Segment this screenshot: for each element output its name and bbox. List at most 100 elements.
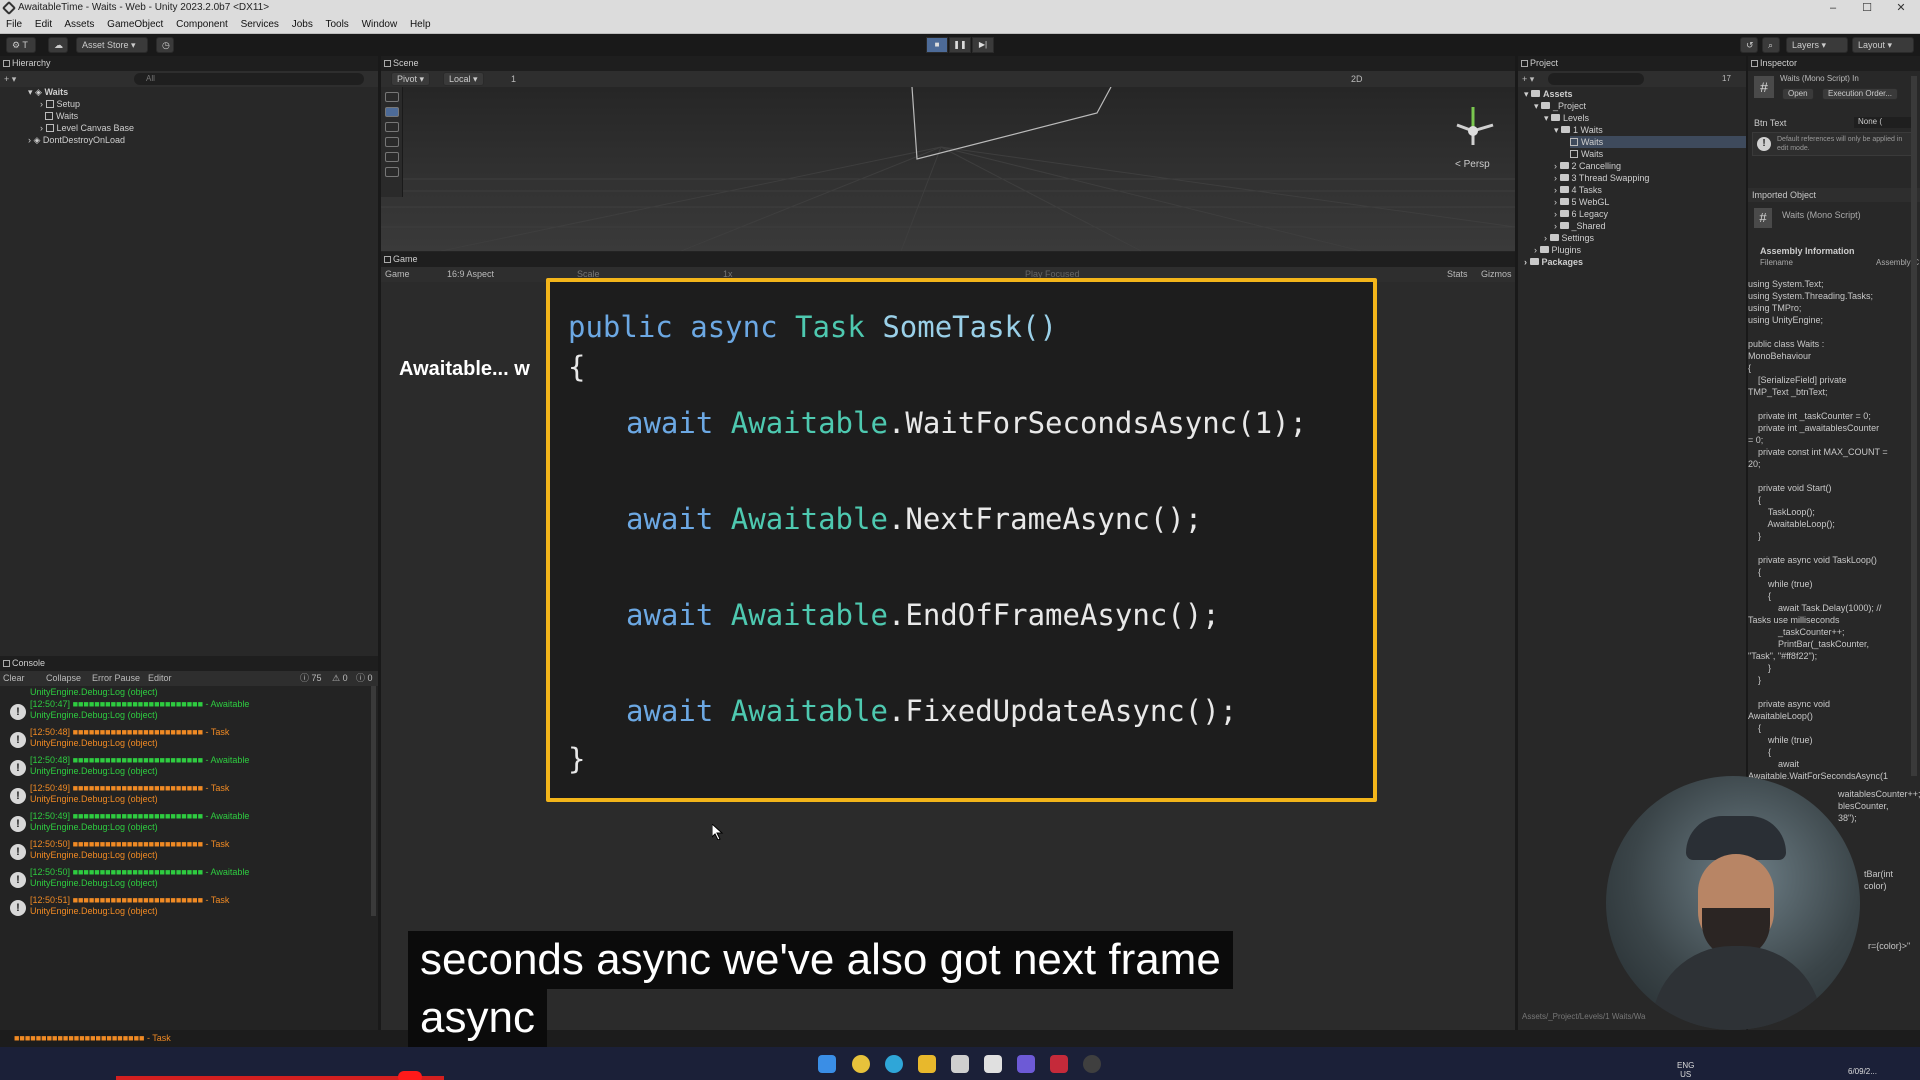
2d-toggle[interactable]: 2D bbox=[1351, 71, 1363, 87]
close-button[interactable]: ✕ bbox=[1884, 0, 1918, 16]
folder-project[interactable]: ▾ _Project bbox=[1534, 100, 1586, 112]
layers-dropdown[interactable]: Layers ▾ bbox=[1786, 37, 1848, 53]
console-row[interactable]: ! [12:50:47] ■■■■■■■■■■■■■■■■■■■■■■■■ - A… bbox=[4, 698, 370, 726]
asset-waits-script[interactable]: Waits bbox=[1570, 148, 1603, 160]
pivot-dropdown[interactable]: Pivot ▾ bbox=[391, 72, 431, 86]
create-icon[interactable]: + ▾ bbox=[1522, 74, 1534, 84]
hand-tool-icon[interactable] bbox=[385, 92, 399, 102]
console-editor-dropdown[interactable]: Editor bbox=[148, 671, 172, 686]
folder-levels[interactable]: ▾ Levels bbox=[1544, 112, 1589, 124]
chrome-icon[interactable] bbox=[852, 1055, 870, 1073]
menu-tools[interactable]: Tools bbox=[325, 19, 348, 30]
minimize-button[interactable]: – bbox=[1816, 0, 1850, 16]
search-icon[interactable]: ⌕ bbox=[1762, 37, 1780, 53]
aspect-dropdown[interactable]: 16:9 Aspect bbox=[447, 267, 494, 282]
folder-level[interactable]: › 4 Tasks bbox=[1554, 184, 1602, 196]
transform-tool-icon[interactable] bbox=[385, 167, 399, 177]
cloud-icon[interactable]: ☁ bbox=[48, 37, 68, 53]
rotate-tool-icon[interactable] bbox=[385, 122, 399, 132]
folder-level[interactable]: › 6 Legacy bbox=[1554, 208, 1608, 220]
scene-gizmo[interactable] bbox=[1456, 107, 1494, 145]
console-row[interactable]: ! [12:50:51] ■■■■■■■■■■■■■■■■■■■■■■■■ - T… bbox=[4, 894, 370, 922]
menu-file[interactable]: File bbox=[6, 19, 22, 30]
video-progress-handle[interactable] bbox=[398, 1071, 422, 1080]
console-scrollbar[interactable] bbox=[371, 686, 376, 916]
folder-level[interactable]: › 3 Thread Swapping bbox=[1554, 172, 1649, 184]
status-message[interactable]: ■■■■■■■■■■■■■■■■■■■■■■■■ - Task bbox=[14, 1033, 171, 1043]
console-row[interactable]: ! [12:50:48] ■■■■■■■■■■■■■■■■■■■■■■■■ - T… bbox=[4, 726, 370, 754]
clock-date[interactable]: 6/09/2... bbox=[1848, 1067, 1877, 1076]
console-row[interactable]: ! [12:50:49] ■■■■■■■■■■■■■■■■■■■■■■■■ - T… bbox=[4, 782, 370, 810]
video-progress-bar[interactable] bbox=[116, 1076, 444, 1080]
scene-root[interactable]: ▾ ◈ Waits bbox=[28, 86, 68, 98]
hierarchy-tab[interactable]: Hierarchy bbox=[0, 56, 378, 71]
unity-hub-icon[interactable] bbox=[951, 1055, 969, 1073]
rect-tool-icon[interactable] bbox=[385, 152, 399, 162]
inspector-tab[interactable]: Inspector bbox=[1748, 56, 1920, 71]
console-error-count[interactable]: ⓘ 0 bbox=[356, 671, 373, 686]
account-button[interactable]: ⚙ T bbox=[6, 37, 36, 53]
hierarchy-item-level-canvas[interactable]: › Level Canvas Base bbox=[40, 122, 134, 134]
console-tab[interactable]: Console bbox=[0, 656, 378, 671]
console-error-pause-button[interactable]: Error Pause bbox=[92, 671, 140, 686]
hierarchy-item-waits[interactable]: Waits bbox=[40, 110, 78, 122]
folder-level[interactable]: › _Shared bbox=[1554, 220, 1606, 232]
maximize-button[interactable]: ☐ bbox=[1850, 0, 1884, 16]
asset-store-button[interactable]: Asset Store ▾ bbox=[76, 37, 148, 53]
asset-waits-scene[interactable]: Waits bbox=[1570, 136, 1746, 148]
project-search-input[interactable] bbox=[1548, 73, 1644, 85]
app-icon[interactable] bbox=[1083, 1055, 1101, 1073]
console-row[interactable]: ! [12:50:48] ■■■■■■■■■■■■■■■■■■■■■■■■ - A… bbox=[4, 754, 370, 782]
menu-assets[interactable]: Assets bbox=[64, 19, 94, 30]
play-button[interactable]: ■ bbox=[926, 37, 948, 53]
console-row[interactable]: ! [12:50:49] ■■■■■■■■■■■■■■■■■■■■■■■■ - A… bbox=[4, 810, 370, 838]
edge-icon[interactable] bbox=[885, 1055, 903, 1073]
add-icon[interactable]: + ▾ bbox=[4, 74, 16, 84]
folder-packages[interactable]: › Packages bbox=[1524, 256, 1583, 268]
console-row[interactable]: ! [12:50:50] ■■■■■■■■■■■■■■■■■■■■■■■■ - T… bbox=[4, 838, 370, 866]
hierarchy-item-setup[interactable]: › Setup bbox=[40, 98, 80, 110]
menu-services[interactable]: Services bbox=[241, 19, 279, 30]
menu-gameobject[interactable]: GameObject bbox=[107, 19, 163, 30]
rider-icon[interactable] bbox=[1017, 1055, 1035, 1073]
scene-viewport[interactable]: < Persp bbox=[381, 87, 1515, 251]
folder-1-waits[interactable]: ▾ 1 Waits bbox=[1554, 124, 1603, 136]
game-tab[interactable]: Game bbox=[381, 252, 1515, 267]
move-tool-icon[interactable] bbox=[385, 107, 399, 117]
console-info-count[interactable]: ⓘ 75 bbox=[300, 671, 322, 686]
scale-tool-icon[interactable] bbox=[385, 137, 399, 147]
hierarchy-search-input[interactable]: All bbox=[134, 73, 364, 85]
menu-component[interactable]: Component bbox=[176, 19, 228, 30]
display-dropdown[interactable]: Game bbox=[385, 267, 410, 282]
local-dropdown[interactable]: Local ▾ bbox=[443, 72, 484, 86]
layout-dropdown[interactable]: Layout ▾ bbox=[1852, 37, 1914, 53]
execution-order-button[interactable]: Execution Order... bbox=[1822, 88, 1899, 100]
pause-button[interactable]: ❚❚ bbox=[949, 37, 971, 53]
project-tab[interactable]: Project bbox=[1518, 56, 1746, 71]
open-button[interactable]: Open bbox=[1782, 88, 1814, 100]
gizmos-button[interactable]: Gizmos bbox=[1481, 267, 1512, 282]
windows-start-icon[interactable] bbox=[818, 1055, 836, 1073]
console-clear-button[interactable]: Clear bbox=[3, 671, 25, 686]
inspector-scrollbar[interactable] bbox=[1911, 76, 1917, 776]
obs-icon[interactable] bbox=[1050, 1055, 1068, 1073]
folder-assets[interactable]: ▾ Assets bbox=[1524, 88, 1573, 100]
hierarchy-item-dontdestroy[interactable]: › ◈ DontDestroyOnLoad bbox=[28, 134, 125, 146]
btn-text-field[interactable]: None ( bbox=[1854, 117, 1914, 128]
console-warn-count[interactable]: ⚠ 0 bbox=[332, 671, 348, 686]
console-row[interactable]: ! [12:50:50] ■■■■■■■■■■■■■■■■■■■■■■■■ - A… bbox=[4, 866, 370, 894]
menu-help[interactable]: Help bbox=[410, 19, 431, 30]
undo-history-icon[interactable]: ↺ bbox=[1740, 37, 1758, 53]
history-icon[interactable]: ◷ bbox=[156, 37, 174, 53]
menu-window[interactable]: Window bbox=[362, 19, 398, 30]
file-explorer-icon[interactable] bbox=[918, 1055, 936, 1073]
folder-level[interactable]: › 2 Cancelling bbox=[1554, 160, 1621, 172]
step-button[interactable]: ▶| bbox=[972, 37, 994, 53]
language-indicator[interactable]: ENG US bbox=[1677, 1061, 1694, 1079]
menu-edit[interactable]: Edit bbox=[35, 19, 52, 30]
grid-snap-value[interactable]: 1 bbox=[511, 71, 516, 87]
folder-plugins[interactable]: › Plugins bbox=[1534, 244, 1581, 256]
folder-level[interactable]: › 5 WebGL bbox=[1554, 196, 1609, 208]
folder-settings[interactable]: › Settings bbox=[1544, 232, 1594, 244]
menu-jobs[interactable]: Jobs bbox=[292, 19, 313, 30]
